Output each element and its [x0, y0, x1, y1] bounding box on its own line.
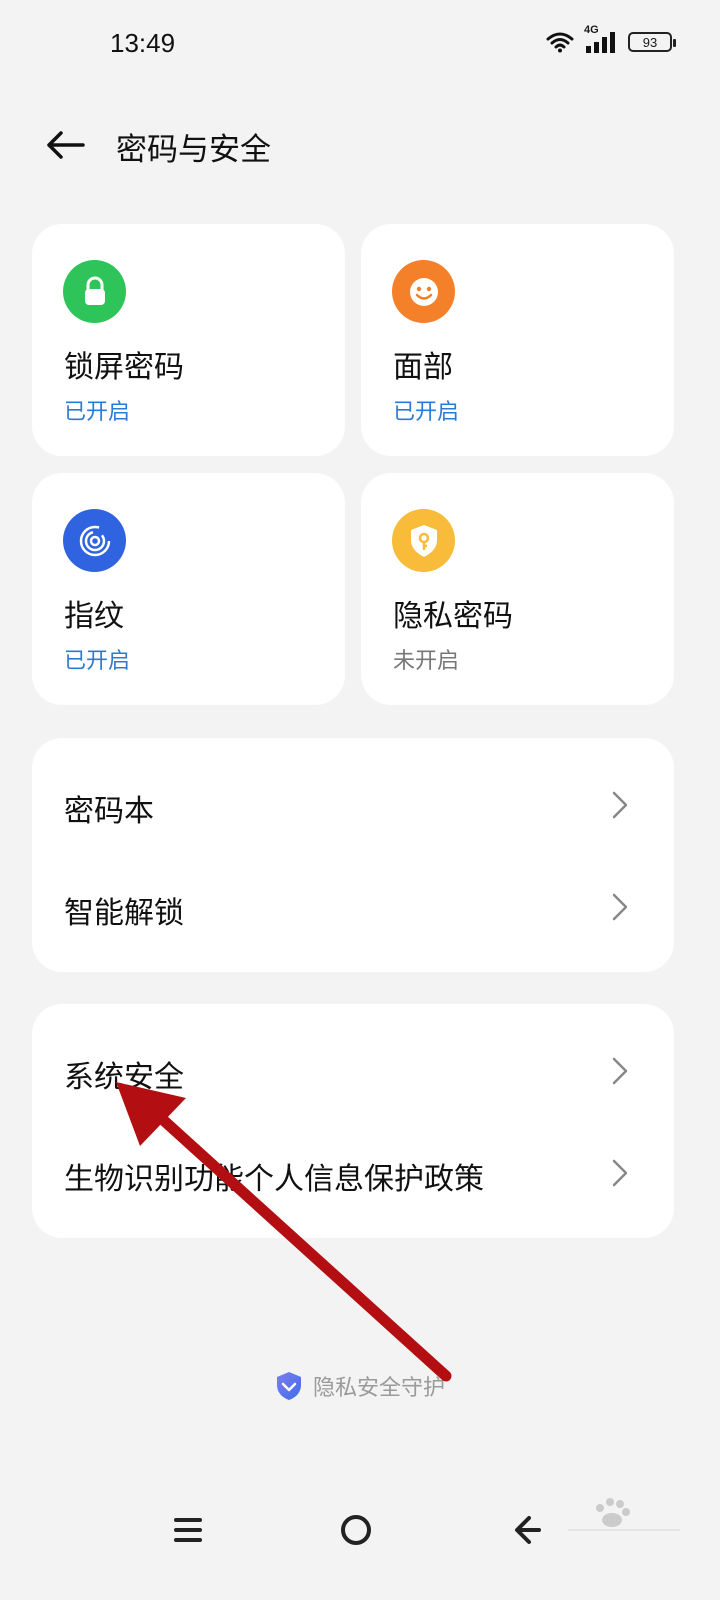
status-time: 13:49	[110, 28, 176, 58]
home-circle-icon	[341, 1515, 371, 1545]
tile-title: 面部	[393, 350, 453, 385]
list-item-label: 系统安全	[64, 1060, 184, 1095]
arrow-left-icon	[47, 131, 85, 159]
tile-status: 已开启	[393, 400, 460, 425]
list-item-smart-unlock[interactable]: 智能解锁	[32, 856, 674, 956]
chevron-right-icon	[612, 791, 628, 819]
menu-icon	[174, 1518, 202, 1542]
shield-key-icon	[392, 509, 455, 572]
tile-privacy-password[interactable]: 隐私密码 未开启	[361, 473, 674, 705]
header: 密码与安全	[0, 110, 720, 180]
back-button[interactable]	[40, 120, 90, 170]
tile-fingerprint[interactable]: 指纹 已开启	[32, 473, 345, 705]
cellular-signal-icon: 4G	[584, 24, 618, 54]
chevron-right-icon	[612, 1057, 628, 1085]
baidu-watermark-logo	[568, 1498, 680, 1531]
home-button[interactable]	[326, 1500, 386, 1560]
list-item-biometric-policy[interactable]: 生物识别功能个人信息保护政策	[32, 1122, 674, 1222]
list-item-label: 密码本	[64, 794, 154, 829]
tile-status: 已开启	[64, 400, 131, 425]
card-password-options: 密码本 智能解锁	[32, 738, 674, 972]
list-item-system-security[interactable]: 系统安全	[32, 1020, 674, 1120]
battery-icon: 93	[628, 32, 676, 52]
recents-button[interactable]	[158, 1500, 218, 1560]
privacy-shield-icon	[276, 1372, 301, 1400]
privacy-footer[interactable]: 隐私安全守护	[0, 1366, 720, 1406]
tile-status: 未开启	[393, 649, 460, 674]
chevron-right-icon	[612, 1159, 628, 1187]
tile-face[interactable]: 面部 已开启	[361, 224, 674, 456]
wifi-icon	[546, 32, 574, 53]
list-item-password-book[interactable]: 密码本	[32, 754, 674, 854]
tile-title: 锁屏密码	[64, 350, 184, 385]
page-title: 密码与安全	[116, 132, 271, 168]
tile-lock-screen-password[interactable]: 锁屏密码 已开启	[32, 224, 345, 456]
tile-title: 隐私密码	[393, 599, 513, 634]
lock-icon	[63, 260, 126, 323]
nav-back-button[interactable]	[496, 1500, 556, 1560]
chevron-right-icon	[612, 893, 628, 921]
nav-back-icon	[515, 1516, 541, 1544]
face-icon	[392, 260, 455, 323]
status-bar: 13:49 4G 93	[0, 0, 720, 90]
battery-level: 93	[642, 34, 658, 50]
status-icons: 4G 93	[546, 24, 676, 54]
card-security-options: 系统安全 生物识别功能个人信息保护政策	[32, 1004, 674, 1238]
fingerprint-icon	[63, 509, 126, 572]
tile-status: 已开启	[64, 649, 131, 674]
list-item-label: 生物识别功能个人信息保护政策	[64, 1162, 484, 1197]
list-item-label: 智能解锁	[64, 896, 184, 931]
footer-text: 隐私安全守护	[312, 1376, 445, 1401]
tile-title: 指纹	[64, 599, 124, 634]
